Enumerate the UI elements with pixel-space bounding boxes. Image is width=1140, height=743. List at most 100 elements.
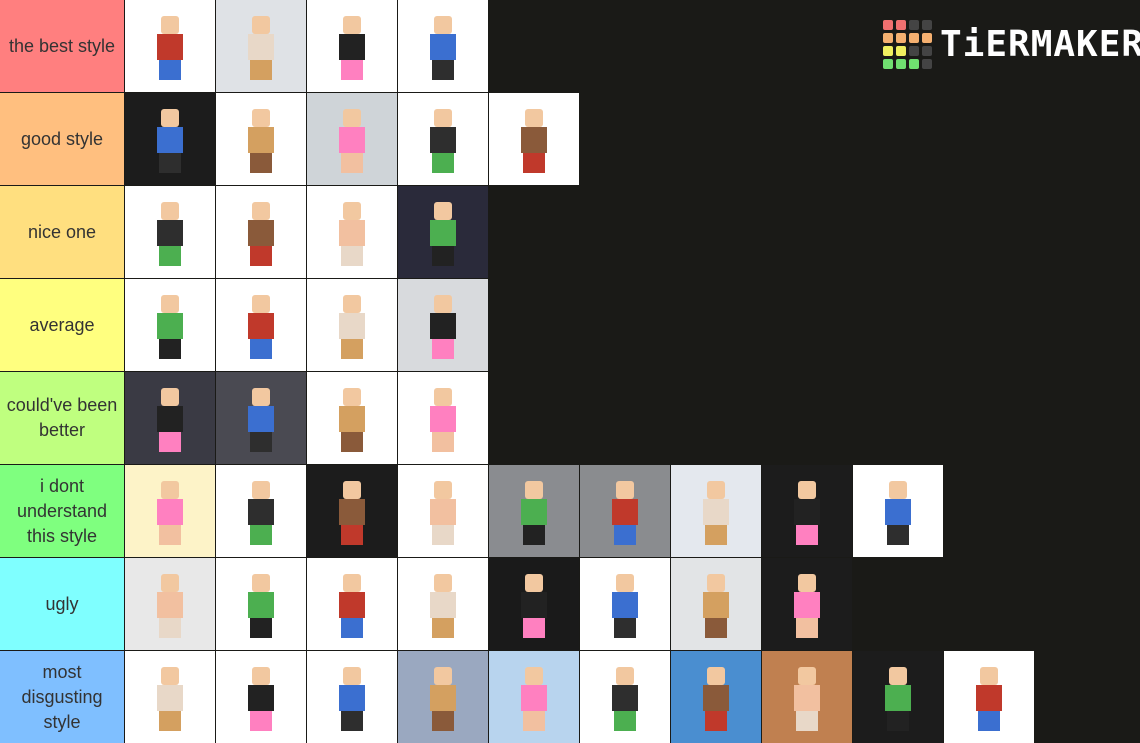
avatar-tile[interactable] bbox=[216, 0, 306, 92]
avatar-tile[interactable] bbox=[307, 651, 397, 743]
tier-label[interactable]: could've been better bbox=[0, 372, 124, 464]
avatar-tile[interactable] bbox=[398, 372, 488, 464]
avatar-legs bbox=[341, 339, 363, 359]
avatar-tile[interactable] bbox=[398, 93, 488, 185]
avatar-legs bbox=[887, 525, 909, 545]
avatar-head bbox=[798, 574, 816, 592]
avatar-tile[interactable] bbox=[489, 93, 579, 185]
avatar-tile[interactable] bbox=[580, 651, 670, 743]
avatar-tile[interactable] bbox=[853, 465, 943, 557]
avatar-tile[interactable] bbox=[125, 372, 215, 464]
avatar-tile[interactable] bbox=[307, 372, 397, 464]
avatar-head bbox=[252, 481, 270, 499]
logo-cell bbox=[883, 46, 893, 56]
avatar-tile[interactable] bbox=[762, 651, 852, 743]
avatar-tile[interactable] bbox=[216, 651, 306, 743]
avatar-tile[interactable] bbox=[125, 279, 215, 371]
avatar-tile[interactable] bbox=[125, 465, 215, 557]
avatar-head bbox=[980, 667, 998, 685]
avatar-tile[interactable] bbox=[216, 279, 306, 371]
avatar-body bbox=[794, 592, 820, 618]
avatar-tile[interactable] bbox=[944, 651, 1034, 743]
avatar-tile[interactable] bbox=[307, 558, 397, 650]
avatar-head bbox=[252, 574, 270, 592]
avatar-tile[interactable] bbox=[398, 279, 488, 371]
avatar-tile[interactable] bbox=[671, 558, 761, 650]
avatar-tile[interactable] bbox=[125, 651, 215, 743]
logo-cell bbox=[909, 46, 919, 56]
avatar-body bbox=[339, 499, 365, 525]
avatar-head bbox=[252, 16, 270, 34]
avatar-tile[interactable] bbox=[671, 651, 761, 743]
avatar-legs bbox=[523, 525, 545, 545]
avatar-head bbox=[343, 574, 361, 592]
avatar-tile[interactable] bbox=[489, 558, 579, 650]
avatar-tile[interactable] bbox=[671, 465, 761, 557]
tier-row: average bbox=[0, 279, 1140, 371]
tiermaker-logo[interactable]: TiERMAKER bbox=[883, 20, 1140, 69]
avatar-tile[interactable] bbox=[216, 372, 306, 464]
avatar-head bbox=[252, 109, 270, 127]
avatar-body bbox=[157, 499, 183, 525]
avatar-tile[interactable] bbox=[853, 651, 943, 743]
tier-row: i dont understand this style bbox=[0, 465, 1140, 557]
avatar-tile[interactable] bbox=[125, 186, 215, 278]
avatar-body bbox=[430, 220, 456, 246]
avatar-legs bbox=[341, 618, 363, 638]
logo-cell bbox=[883, 59, 893, 69]
avatar-body bbox=[703, 592, 729, 618]
avatar-tile[interactable] bbox=[580, 558, 670, 650]
avatar-body bbox=[339, 406, 365, 432]
avatar-tile[interactable] bbox=[398, 465, 488, 557]
avatar-legs bbox=[614, 618, 636, 638]
avatar-tile[interactable] bbox=[489, 465, 579, 557]
avatar-tile[interactable] bbox=[398, 651, 488, 743]
tier-label[interactable]: average bbox=[0, 279, 124, 371]
tier-label[interactable]: good style bbox=[0, 93, 124, 185]
tier-label[interactable]: i dont understand this style bbox=[0, 465, 124, 557]
avatar-tile[interactable] bbox=[398, 186, 488, 278]
tier-label[interactable]: ugly bbox=[0, 558, 124, 650]
tier-row: ugly bbox=[0, 558, 1140, 650]
avatar-tile[interactable] bbox=[125, 0, 215, 92]
avatar-body bbox=[248, 499, 274, 525]
avatar-body bbox=[157, 685, 183, 711]
avatar-tile[interactable] bbox=[762, 465, 852, 557]
avatar-body bbox=[157, 406, 183, 432]
avatar-head bbox=[434, 388, 452, 406]
avatar-body bbox=[521, 685, 547, 711]
avatar-tile[interactable] bbox=[216, 558, 306, 650]
avatar-legs bbox=[705, 711, 727, 731]
avatar-head bbox=[343, 16, 361, 34]
avatar-tile[interactable] bbox=[307, 93, 397, 185]
avatar-legs bbox=[523, 153, 545, 173]
avatar-head bbox=[434, 202, 452, 220]
avatar-legs bbox=[432, 339, 454, 359]
avatar-tile[interactable] bbox=[125, 93, 215, 185]
avatar-tile[interactable] bbox=[307, 0, 397, 92]
tier-label[interactable]: most disgusting style bbox=[0, 651, 124, 743]
avatar-legs bbox=[250, 525, 272, 545]
avatar-head bbox=[161, 481, 179, 499]
avatar-tile[interactable] bbox=[580, 465, 670, 557]
avatar-tile[interactable] bbox=[398, 558, 488, 650]
avatar-tile[interactable] bbox=[762, 558, 852, 650]
avatar-legs bbox=[887, 711, 909, 731]
avatar-tile[interactable] bbox=[307, 186, 397, 278]
avatar-body bbox=[885, 499, 911, 525]
avatar-body bbox=[794, 499, 820, 525]
tier-items bbox=[125, 558, 853, 650]
avatar-legs bbox=[796, 525, 818, 545]
avatar-tile[interactable] bbox=[216, 186, 306, 278]
tier-label[interactable]: nice one bbox=[0, 186, 124, 278]
avatar-tile[interactable] bbox=[125, 558, 215, 650]
tier-label[interactable]: the best style bbox=[0, 0, 124, 92]
avatar-tile[interactable] bbox=[216, 465, 306, 557]
avatar-tile[interactable] bbox=[216, 93, 306, 185]
avatar-tile[interactable] bbox=[307, 465, 397, 557]
avatar-tile[interactable] bbox=[489, 651, 579, 743]
avatar-tile[interactable] bbox=[398, 0, 488, 92]
logo-cell bbox=[922, 59, 932, 69]
avatar-tile[interactable] bbox=[307, 279, 397, 371]
avatar-head bbox=[616, 667, 634, 685]
